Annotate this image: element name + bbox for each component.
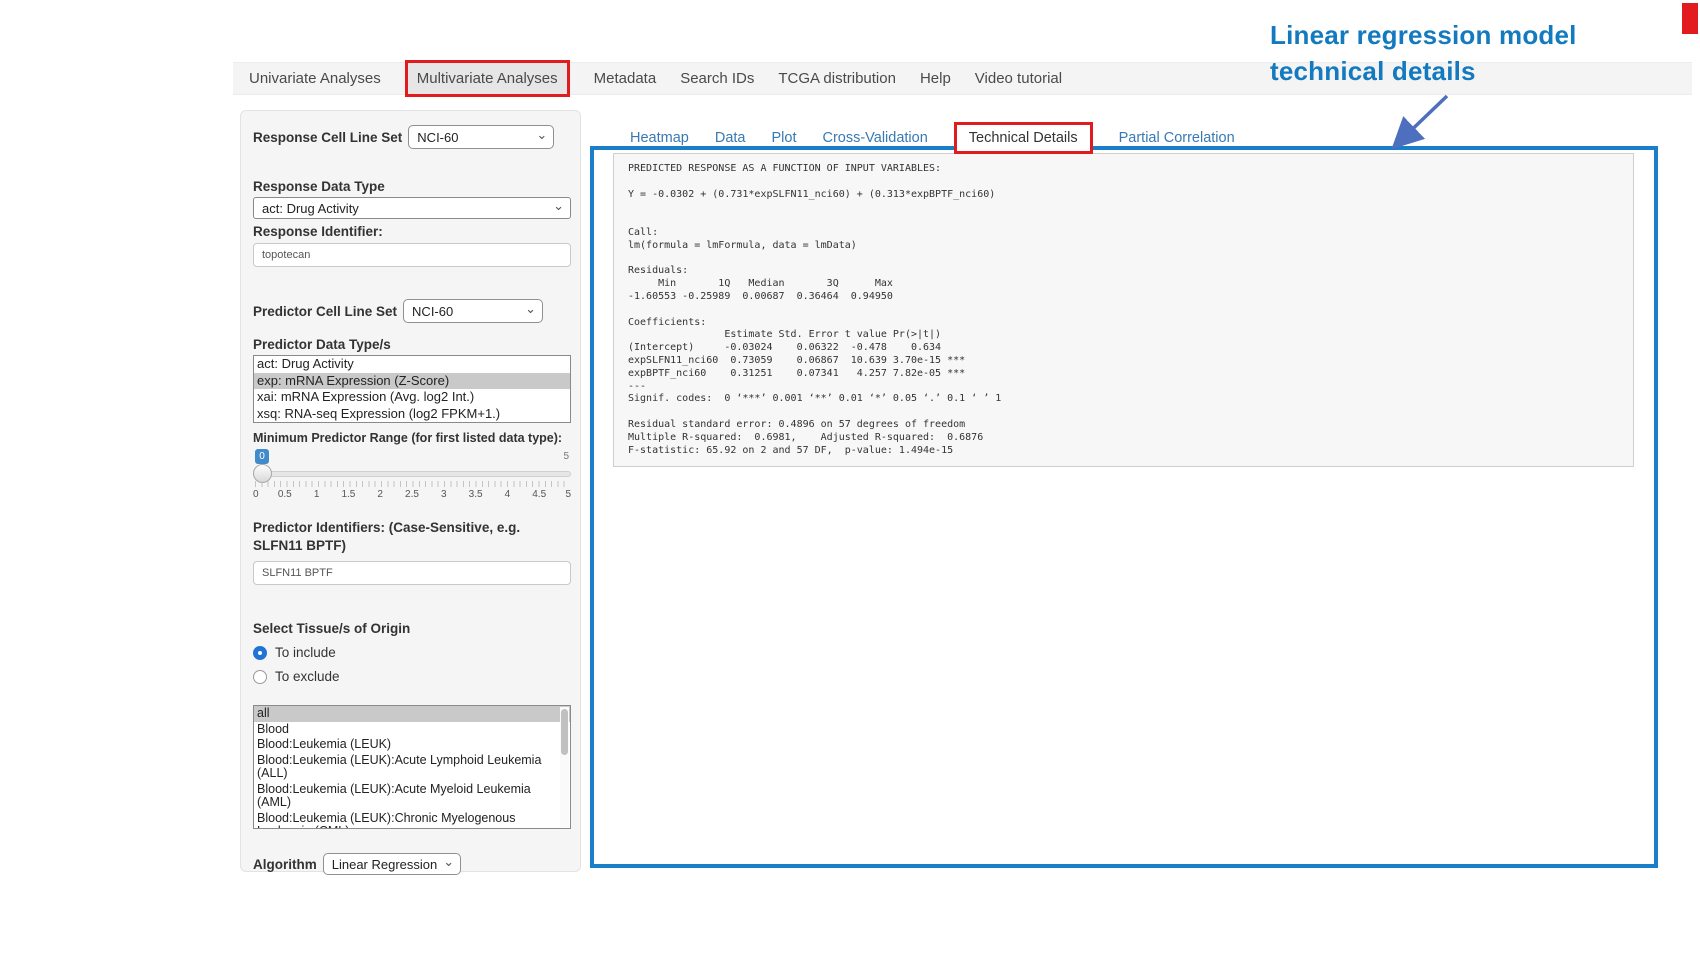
listbox-option[interactable]: Blood:Leukemia (LEUK) (254, 737, 570, 753)
tissue-listbox: all Blood Blood:Leukemia (LEUK) Blood:Le… (253, 705, 571, 829)
page: Linear regression model technical detail… (0, 0, 1700, 956)
slider-tick-labels: 0 0.5 1 1.5 2 2.5 3 3.5 4 4.5 5 (253, 489, 571, 503)
radio-to-include-label: To include (275, 645, 336, 660)
nav-metadata[interactable]: Metadata (594, 70, 657, 87)
min-predictor-range-slider: 0 5 0 0.5 1 1.5 2 2.5 3 3.5 4 4.5 5 (253, 449, 571, 511)
radio-to-exclude-label: To exclude (275, 669, 340, 684)
chevron-down-icon: ⌄ (553, 201, 564, 211)
annotation-arrow-icon (1375, 88, 1465, 158)
tick-label: 3 (441, 489, 447, 500)
tick-label: 0.5 (278, 489, 292, 500)
chevron-down-icon: ⌄ (525, 304, 536, 314)
tick-label: 2 (377, 489, 383, 500)
response-cell-line-set-value: NCI-60 (417, 130, 458, 145)
tab-partial-correlation[interactable]: Partial Correlation (1119, 130, 1235, 146)
nav-search-ids[interactable]: Search IDs (680, 70, 754, 87)
tick-label: 4.5 (532, 489, 546, 500)
predictor-identifiers-input[interactable] (253, 561, 571, 585)
predictor-cell-line-set-row: Predictor Cell Line Set NCI-60 ⌄ (253, 299, 569, 323)
radio-selected-icon (253, 646, 267, 660)
technical-details-panel: PREDICTED RESPONSE AS A FUNCTION OF INPU… (590, 146, 1658, 868)
tick-label: 0 (253, 489, 259, 500)
listbox-option-selected[interactable]: exp: mRNA Expression (Z-Score) (254, 373, 570, 390)
model-summary-text: PREDICTED RESPONSE AS A FUNCTION OF INPU… (628, 163, 1619, 457)
listbox-option[interactable]: xai: mRNA Expression (Avg. log2 Int.) (254, 389, 570, 406)
slider-tick-marks (255, 481, 570, 487)
nav-multivariate-analyses[interactable]: Multivariate Analyses (405, 60, 570, 97)
response-data-type-select[interactable]: act: Drug Activity ⌄ (253, 197, 571, 219)
tick-label: 1 (314, 489, 320, 500)
tick-label: 2.5 (405, 489, 419, 500)
tab-heatmap[interactable]: Heatmap (630, 130, 689, 146)
algorithm-value: Linear Regression (332, 857, 438, 872)
tab-plot[interactable]: Plot (771, 130, 796, 146)
listbox-option[interactable]: Blood (254, 722, 570, 738)
algorithm-row: Algorithm Linear Regression ⌄ (253, 853, 569, 875)
response-cell-line-set-label: Response Cell Line Set (253, 130, 402, 145)
response-identifier-label: Response Identifier: (253, 224, 569, 239)
response-cell-line-set-row: Response Cell Line Set NCI-60 ⌄ (253, 125, 569, 149)
response-data-type-value: act: Drug Activity (262, 201, 359, 216)
response-cell-line-set-select[interactable]: NCI-60 ⌄ (408, 125, 554, 149)
listbox-option[interactable]: Blood:Leukemia (LEUK):Acute Myeloid Leuk… (254, 782, 570, 811)
radio-unselected-icon (253, 670, 267, 684)
tick-label: 4 (505, 489, 511, 500)
listbox-option[interactable]: xsq: RNA-seq Expression (log2 FPKM+1.) (254, 406, 570, 423)
nav-help[interactable]: Help (920, 70, 951, 87)
tab-data[interactable]: Data (715, 130, 746, 146)
slider-max-label: 5 (563, 451, 569, 462)
radio-to-include[interactable]: To include (253, 645, 569, 660)
listbox-scrollbar[interactable] (560, 707, 569, 827)
cropped-red-annotation (1682, 3, 1698, 34)
scrollbar-thumb[interactable] (561, 709, 568, 755)
predictor-cell-line-set-select[interactable]: NCI-60 ⌄ (403, 299, 543, 323)
nav-univariate-analyses[interactable]: Univariate Analyses (249, 70, 381, 87)
result-tabs: Heatmap Data Plot Cross-Validation Techn… (630, 122, 1235, 154)
tissue-origin-label: Select Tissue/s of Origin (253, 621, 569, 636)
annotation-title-line2: technical details (1270, 56, 1476, 87)
listbox-option[interactable]: Blood:Leukemia (LEUK):Chronic Myelogenou… (254, 811, 570, 830)
algorithm-label: Algorithm (253, 857, 317, 872)
tab-technical-details[interactable]: Technical Details (954, 122, 1093, 154)
tick-label: 3.5 (469, 489, 483, 500)
tick-label: 1.5 (341, 489, 355, 500)
predictor-data-types-listbox: act: Drug Activity exp: mRNA Expression … (253, 355, 571, 423)
listbox-option[interactable]: act: Drug Activity (254, 356, 570, 373)
response-data-type-label: Response Data Type (253, 179, 569, 194)
listbox-option[interactable]: Blood:Leukemia (LEUK):Acute Lymphoid Leu… (254, 753, 570, 782)
nav-tcga-distribution[interactable]: TCGA distribution (778, 70, 896, 87)
listbox-option-selected[interactable]: all (254, 706, 570, 722)
chevron-down-icon: ⌄ (443, 857, 454, 867)
slider-value-badge: 0 (255, 449, 269, 464)
nav-video-tutorial[interactable]: Video tutorial (975, 70, 1062, 87)
annotation-title-line1: Linear regression model (1270, 20, 1577, 51)
control-sidebar: Response Cell Line Set NCI-60 ⌄ Response… (240, 110, 581, 872)
predictor-data-types-label: Predictor Data Type/s (253, 337, 569, 352)
tick-label: 5 (565, 489, 571, 500)
tab-cross-validation[interactable]: Cross-Validation (822, 130, 927, 146)
radio-to-exclude[interactable]: To exclude (253, 669, 569, 684)
response-identifier-input[interactable] (253, 243, 571, 267)
slider-track[interactable] (253, 471, 571, 477)
model-summary-box: PREDICTED RESPONSE AS A FUNCTION OF INPU… (613, 153, 1634, 467)
predictor-cell-line-set-value: NCI-60 (412, 304, 453, 319)
predictor-cell-line-set-label: Predictor Cell Line Set (253, 304, 397, 319)
algorithm-select[interactable]: Linear Regression ⌄ (323, 853, 461, 875)
predictor-identifiers-label: Predictor Identifiers: (Case-Sensitive, … (253, 519, 553, 555)
chevron-down-icon: ⌄ (536, 130, 547, 140)
min-predictor-range-label: Minimum Predictor Range (for first liste… (253, 431, 569, 445)
